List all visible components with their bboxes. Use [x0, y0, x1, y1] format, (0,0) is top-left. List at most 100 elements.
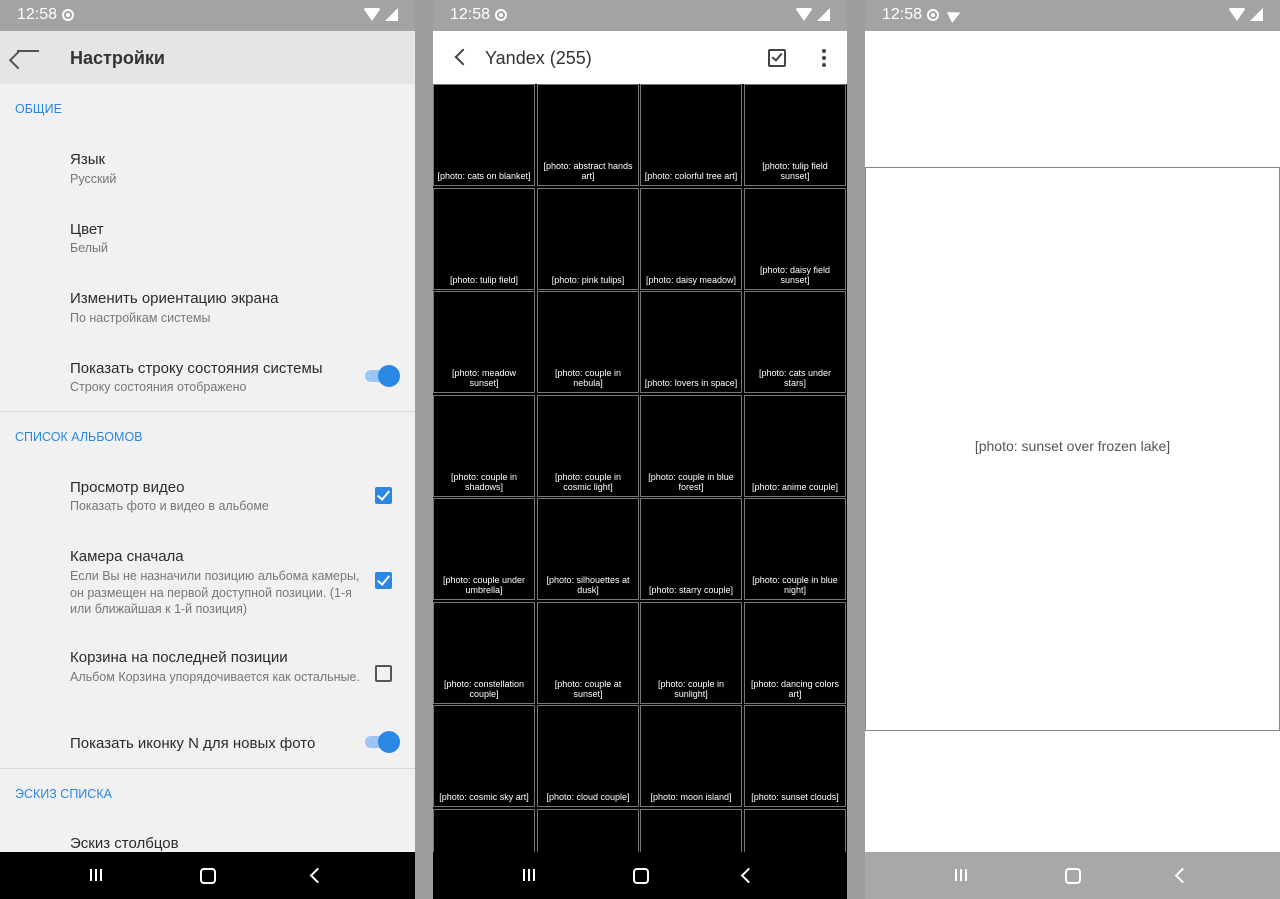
photo-thumbnail-label: [photo: moon island] [644, 791, 738, 803]
photo-thumbnail[interactable]: [photo: couple at sunset] [537, 602, 639, 704]
photo-thumbnail[interactable]: [photo: moon island] [640, 705, 742, 807]
photo-thumbnail[interactable]: [photo: sunset clouds] [744, 705, 846, 807]
photo-thumbnail[interactable]: [photo: night sky] [433, 809, 535, 852]
settings-app-bar: Настройки [0, 31, 415, 84]
status-time: 12:58 [882, 6, 923, 23]
photo-thumbnail-label: [photo: cosmic sky art] [437, 791, 531, 803]
more-options-icon[interactable] [822, 49, 826, 70]
photo-thumbnail[interactable]: [photo: couple in sunlight] [640, 602, 742, 704]
photo-thumbnail[interactable]: [photo: colorful tree art] [640, 84, 742, 186]
recents-icon[interactable] [90, 862, 106, 888]
photo-thumbnail[interactable]: [photo: couple in nebula] [537, 291, 639, 393]
video-checkbox[interactable] [375, 487, 392, 504]
photo-thumbnail[interactable]: [photo: couple in blue night] [744, 498, 846, 600]
photo-thumbnail[interactable]: [photo: cats on blanket] [433, 84, 535, 186]
recents-icon[interactable] [955, 862, 971, 888]
setting-video-title: Просмотр видео [70, 479, 185, 496]
photo-thumbnail[interactable]: [photo: tulip field sunset] [744, 84, 846, 186]
photo-thumbnail[interactable]: [photo: galaxy] [640, 809, 742, 852]
setting-color-value: Белый [70, 241, 109, 255]
settings-screen: 12:58 Настройки ОБЩИЕ Язык Русский Цвет … [0, 0, 415, 899]
photo-thumbnail[interactable]: [photo: cloud couple] [537, 705, 639, 807]
photo-thumbnail-label: [photo: couple in sunlight] [644, 678, 738, 700]
photo-thumbnail[interactable]: [photo: fantasy scene] [744, 809, 846, 852]
section-general: ОБЩИЕ [15, 102, 62, 116]
setting-language-value: Русский [70, 172, 117, 186]
setting-statusbar-title: Показать строку состояния системы [70, 360, 323, 377]
sync-icon [62, 9, 74, 21]
photo-thumbnail[interactable]: [photo: couple in shadows] [433, 395, 535, 497]
toggle-knob [378, 731, 400, 753]
photo-thumbnail[interactable]: [photo: couple in blue forest] [640, 395, 742, 497]
wifi-icon [1228, 8, 1246, 21]
photo-thumbnail[interactable]: [photo: anime couple] [744, 395, 846, 497]
navigation-bar [433, 852, 847, 899]
select-all-icon[interactable] [768, 49, 786, 67]
photo-thumbnail-label: [photo: constellation couple] [437, 678, 531, 700]
home-icon[interactable] [1065, 868, 1081, 884]
status-bar: 12:58 [433, 0, 847, 31]
photo-thumbnail[interactable]: [photo: lovers in space] [640, 291, 742, 393]
photo-thumbnail[interactable]: [photo: constellation couple] [433, 602, 535, 704]
photo-thumbnail[interactable]: [photo: daisy meadow] [640, 188, 742, 290]
photo-thumbnail[interactable]: [photo: couple in cosmic light] [537, 395, 639, 497]
recents-icon[interactable] [523, 862, 539, 888]
trash-last-checkbox[interactable] [375, 665, 392, 682]
camera-first-checkbox[interactable] [375, 572, 392, 589]
photo-viewer-screen: 12:58 [photo: sunset over frozen lake] [865, 0, 1280, 899]
navigation-bar [865, 852, 1280, 899]
photo-thumbnail-label: [photo: couple under umbrella] [437, 574, 531, 596]
setting-camera-first-value: Если Вы не назначили позицию альбома кам… [70, 569, 360, 616]
photo-thumbnail[interactable]: [photo: dancing colors art] [744, 602, 846, 704]
photo-thumbnail[interactable]: [photo: cosmic sky art] [433, 705, 535, 807]
photo-thumbnail-label: [photo: daisy meadow] [644, 274, 738, 286]
sync-icon [927, 9, 939, 21]
setting-trash-last-title: Корзина на последней позиции [70, 649, 288, 666]
photo-thumbnail[interactable]: [photo: starry couple] [640, 498, 742, 600]
photo-thumbnail[interactable]: [photo: silhouettes at dusk] [537, 498, 639, 600]
back-icon[interactable] [740, 867, 757, 884]
photo-thumbnail-label: [photo: cats on blanket] [437, 170, 531, 182]
photo-thumbnail[interactable]: [photo: couple under umbrella] [433, 498, 535, 600]
setting-orientation-title: Изменить ориентацию экрана [70, 290, 279, 307]
photo-thumbnail-label: [photo: couple in nebula] [541, 367, 635, 389]
setting-new-icon-title: Показать иконку N для новых фото [70, 735, 316, 752]
photo-thumbnail-label: [photo: tulip field] [437, 274, 531, 286]
photo-view[interactable]: [photo: sunset over frozen lake] [865, 167, 1280, 731]
navigation-bar [0, 852, 415, 899]
photo-thumbnail-label: [photo: couple at sunset] [541, 678, 635, 700]
photo-thumbnail-label: [photo: starry couple] [644, 584, 738, 596]
photo-thumbnail-label: [photo: silhouettes at dusk] [541, 574, 635, 596]
setting-statusbar-value: Строку состояния отображено [70, 380, 247, 394]
new-icon-toggle[interactable] [365, 731, 400, 753]
photo-thumbnail-label: [photo: colorful tree art] [644, 170, 738, 182]
back-icon[interactable] [1174, 867, 1191, 884]
photo-thumbnail[interactable]: [photo: tulip field] [433, 188, 535, 290]
back-chevron-icon[interactable] [454, 48, 472, 66]
back-icon[interactable] [309, 867, 326, 884]
setting-orientation-value: По настройкам системы [70, 311, 211, 325]
divider [0, 411, 415, 412]
status-bar: 12:58 [865, 0, 1280, 31]
photo-thumbnail-label: [photo: sunset clouds] [748, 791, 842, 803]
photo-thumbnail-label: [photo: cloud couple] [541, 791, 635, 803]
status-bar: 12:58 [0, 0, 415, 31]
photo-thumbnail-label: [photo: tulip field sunset] [748, 160, 842, 182]
photo-thumbnail[interactable]: [photo: cats under stars] [744, 291, 846, 393]
home-icon[interactable] [200, 868, 216, 884]
home-icon[interactable] [633, 868, 649, 884]
album-title: Yandex (255) [485, 48, 592, 68]
section-thumbnails: ЭСКИЗ СПИСКА [15, 787, 112, 801]
album-screen: 12:58 Yandex (255) [photo: cats on blank… [433, 0, 847, 899]
photo-label: [photo: sunset over frozen lake] [974, 438, 1171, 454]
photo-thumbnail[interactable]: [photo: daisy field sunset] [744, 188, 846, 290]
back-arrow-icon[interactable] [17, 50, 39, 52]
photo-thumbnail-label: [photo: meadow sunset] [437, 367, 531, 389]
statusbar-toggle[interactable] [365, 365, 400, 387]
photo-thumbnail-label: [photo: abstract hands art] [541, 160, 635, 182]
photo-thumbnail[interactable]: [photo: pink tulips] [537, 188, 639, 290]
photo-thumbnail[interactable]: [photo: dark sky] [537, 809, 639, 852]
photo-thumbnail[interactable]: [photo: meadow sunset] [433, 291, 535, 393]
photo-thumbnail[interactable]: [photo: abstract hands art] [537, 84, 639, 186]
section-albums: СПИСОК АЛЬБОМОВ [15, 430, 143, 444]
